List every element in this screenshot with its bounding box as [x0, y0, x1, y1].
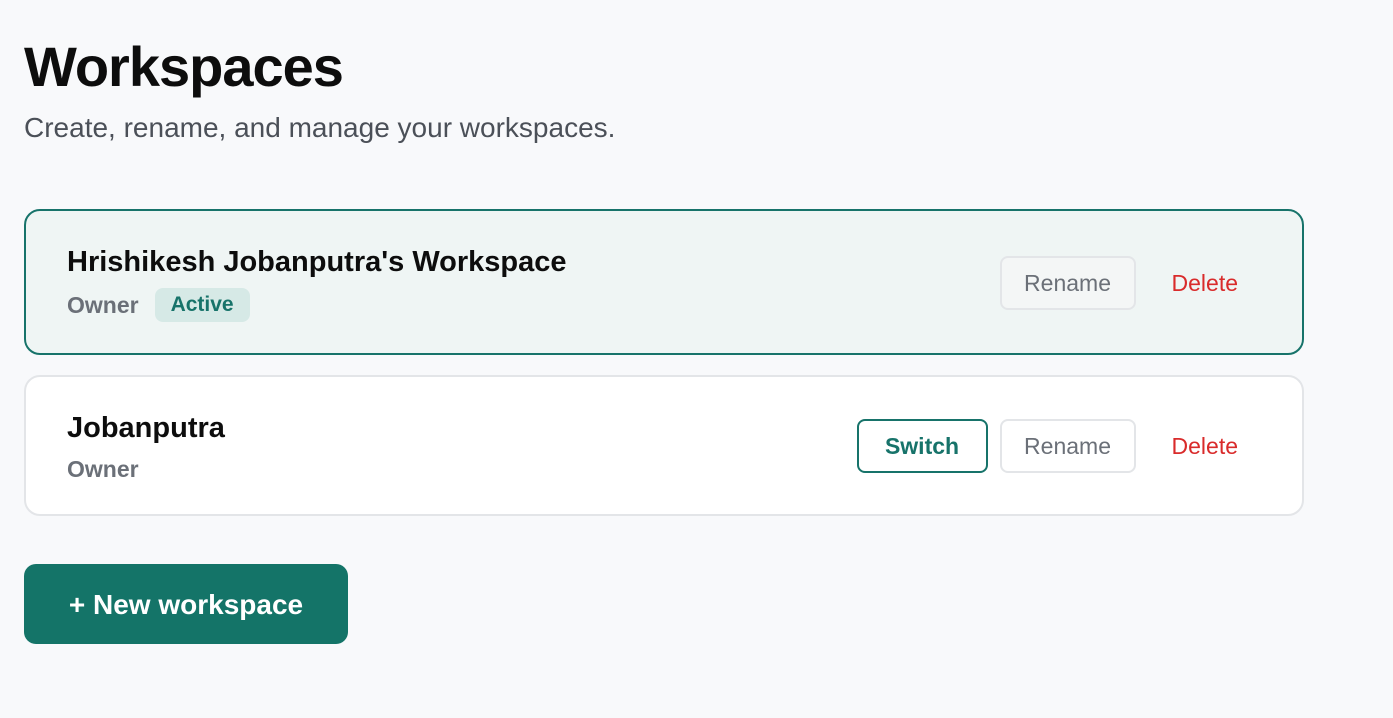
new-workspace-button[interactable]: + New workspace [24, 564, 348, 644]
rename-button[interactable]: Rename [999, 256, 1136, 310]
workspace-role: Owner [67, 456, 139, 482]
workspace-meta: Owner [67, 453, 139, 485]
page-subtitle: Create, rename, and manage your workspac… [24, 112, 616, 143]
workspace-name: Hrishikesh Jobanputra's Workspace [67, 246, 567, 278]
workspace-actions: Rename Delete [999, 256, 1262, 310]
workspace-card: Jobanputra Owner Switch Rename Delete [24, 375, 1304, 516]
workspace-role: Owner [67, 292, 139, 318]
delete-button[interactable]: Delete [1144, 256, 1262, 310]
workspaces-page: Workspaces Create, rename, and manage yo… [0, 0, 1393, 718]
page-title: Workspaces [24, 35, 344, 98]
workspace-meta: Owner Active [67, 288, 250, 322]
workspace-actions: Switch Rename Delete [856, 419, 1262, 473]
delete-button[interactable]: Delete [1144, 419, 1262, 473]
workspace-name: Jobanputra [67, 412, 225, 444]
workspace-card-active: Hrishikesh Jobanputra's Workspace Owner … [24, 209, 1304, 355]
switch-button[interactable]: Switch [856, 419, 988, 473]
rename-button[interactable]: Rename [999, 419, 1136, 473]
active-status-badge: Active [154, 288, 250, 322]
